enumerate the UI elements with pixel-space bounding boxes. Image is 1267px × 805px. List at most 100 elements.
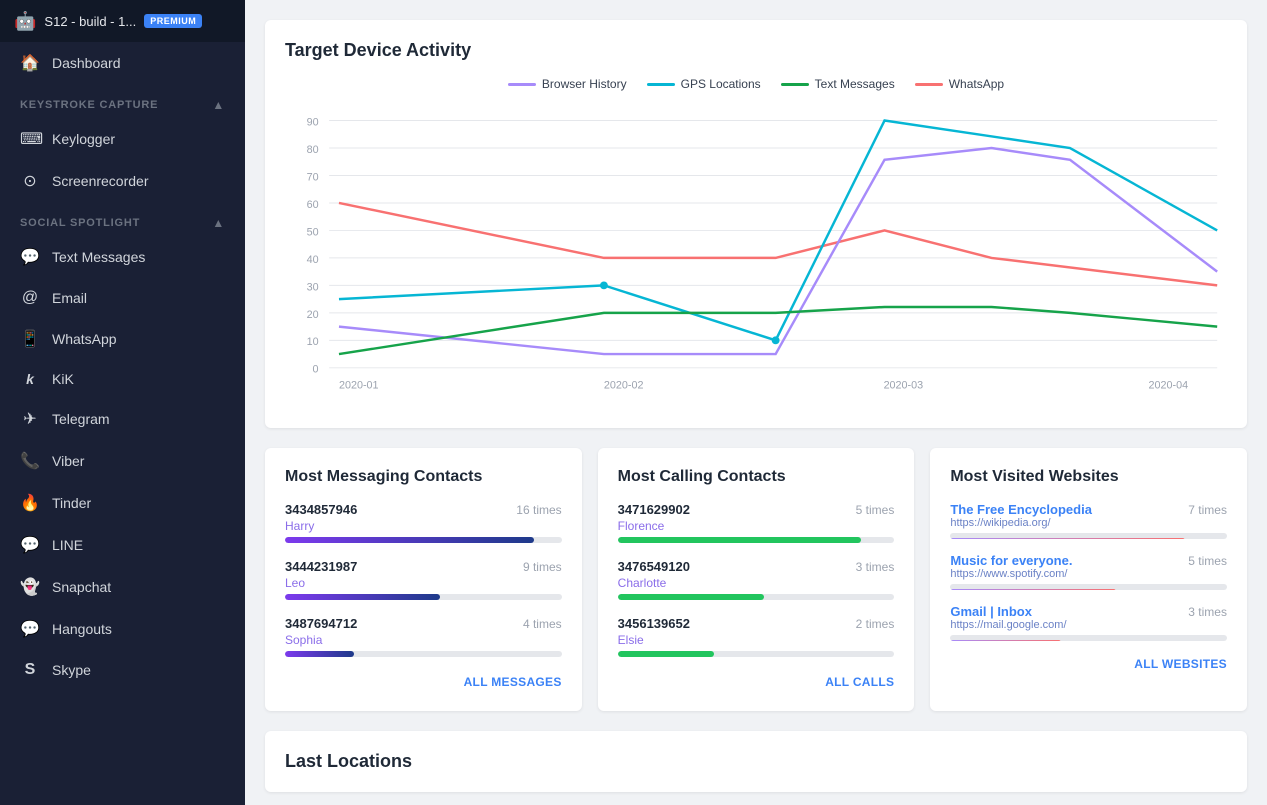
calling-contact-2: 3476549120 3 times Charlotte: [618, 559, 895, 600]
contact-times: 16 times: [516, 503, 561, 517]
contact-number: 3476549120: [618, 559, 690, 574]
sidebar-item-snapchat[interactable]: 👻 Snapchat: [0, 566, 245, 608]
contact-number: 3487694712: [285, 616, 357, 631]
website-bar-bg: [950, 635, 1227, 641]
all-messages-link[interactable]: ALL MESSAGES: [464, 675, 562, 689]
sidebar-item-textmessages[interactable]: 💬 Text Messages: [0, 236, 245, 278]
svg-text:20: 20: [307, 309, 319, 321]
stats-grid: Most Messaging Contacts 3434857946 16 ti…: [265, 448, 1247, 711]
last-locations-title: Last Locations: [285, 751, 1227, 772]
line-icon: 💬: [20, 535, 40, 555]
svg-text:2020-04: 2020-04: [1149, 379, 1189, 391]
calling-contact-3: 3456139652 2 times Elsie: [618, 616, 895, 657]
last-locations-card: Last Locations: [265, 731, 1247, 792]
contact-bar-bg: [285, 651, 562, 657]
sidebar-item-dashboard[interactable]: 🏠 Dashboard: [0, 42, 245, 84]
legend-whatsapp: WhatsApp: [915, 77, 1004, 91]
websites-all-link[interactable]: ALL WEBSITES: [950, 655, 1227, 673]
sidebar-item-label: WhatsApp: [52, 331, 117, 347]
all-websites-link[interactable]: ALL WEBSITES: [1134, 657, 1227, 671]
website-times: 5 times: [1188, 554, 1227, 568]
sidebar-item-skype[interactable]: S Skype: [0, 650, 245, 690]
tinder-icon: 🔥: [20, 493, 40, 513]
contact-number: 3456139652: [618, 616, 690, 631]
legend-gps: GPS Locations: [647, 77, 761, 91]
website-bar-bg: [950, 584, 1227, 590]
chevron-up-icon: ▲: [212, 98, 225, 112]
legend-label-whatsapp: WhatsApp: [949, 77, 1004, 91]
websites-card: Most Visited Websites The Free Encyclope…: [930, 448, 1247, 711]
svg-text:30: 30: [307, 281, 319, 293]
sidebar-item-viber[interactable]: 📞 Viber: [0, 440, 245, 482]
sidebar-item-screenrecorder[interactable]: ⊙ Screenrecorder: [0, 160, 245, 202]
contact-times: 5 times: [856, 503, 895, 517]
main-content: Target Device Activity Browser History G…: [245, 0, 1267, 805]
sidebar-header: 🤖 S12 - build - 1... PREMIUM: [0, 0, 245, 42]
sidebar-item-label: LINE: [52, 537, 83, 553]
sidebar-item-email[interactable]: @ Email: [0, 278, 245, 318]
whatsapp-line: [339, 203, 1217, 285]
contact-times: 9 times: [523, 560, 562, 574]
sidebar-item-label: Telegram: [52, 411, 110, 427]
website-title: Music for everyone.: [950, 553, 1072, 568]
contact-bar: [618, 594, 765, 600]
section-social-header: SOCIAL SPOTLIGHT ▲: [0, 206, 245, 236]
device-name: S12 - build - 1...: [44, 14, 136, 29]
contact-name: Harry: [285, 519, 562, 533]
whatsapp-icon: 📱: [20, 329, 40, 349]
svg-text:40: 40: [307, 254, 319, 266]
legend-label-gps: GPS Locations: [681, 77, 761, 91]
legend-color-sms: [781, 83, 809, 86]
sidebar-item-label: Email: [52, 290, 87, 306]
sidebar-item-label: Screenrecorder: [52, 173, 149, 189]
chevron-up-icon: ▲: [212, 216, 225, 230]
website-url: https://www.spotify.com/: [950, 568, 1227, 580]
sidebar-item-whatsapp[interactable]: 📱 WhatsApp: [0, 318, 245, 360]
chart-title: Target Device Activity: [285, 40, 1227, 61]
viber-icon: 📞: [20, 451, 40, 471]
sidebar-item-line[interactable]: 💬 LINE: [0, 524, 245, 566]
keyboard-icon: ⌨: [20, 129, 40, 149]
svg-text:2020-02: 2020-02: [604, 379, 644, 391]
contact-bar-bg: [618, 594, 895, 600]
calling-all-link[interactable]: ALL CALLS: [618, 673, 895, 691]
all-calls-link[interactable]: ALL CALLS: [825, 675, 894, 689]
contact-bar: [618, 651, 715, 657]
sidebar: 🤖 S12 - build - 1... PREMIUM 🏠 Dashboard…: [0, 0, 245, 805]
svg-text:2020-03: 2020-03: [884, 379, 924, 391]
legend-color-gps: [647, 83, 675, 86]
browser-line: [339, 148, 1217, 354]
svg-text:0: 0: [312, 364, 318, 376]
legend-color-browser: [508, 83, 536, 86]
activity-chart-svg: 90 80 70 60 50 40 30 20 10: [285, 103, 1227, 403]
sidebar-item-tinder[interactable]: 🔥 Tinder: [0, 482, 245, 524]
website-times: 3 times: [1188, 605, 1227, 619]
sidebar-item-keylogger[interactable]: ⌨ Keylogger: [0, 118, 245, 160]
sidebar-item-hangouts[interactable]: 💬 Hangouts: [0, 608, 245, 650]
contact-bar: [285, 594, 440, 600]
messaging-all-link[interactable]: ALL MESSAGES: [285, 673, 562, 691]
websites-card-title: Most Visited Websites: [950, 468, 1227, 486]
android-icon: 🤖: [14, 11, 36, 32]
sidebar-item-label: Skype: [52, 662, 91, 678]
sidebar-item-telegram[interactable]: ✈ Telegram: [0, 398, 245, 440]
sidebar-item-kik[interactable]: k KiK: [0, 360, 245, 398]
home-icon: 🏠: [20, 53, 40, 73]
svg-text:50: 50: [307, 226, 319, 238]
contact-number: 3434857946: [285, 502, 357, 517]
sms-line: [339, 307, 1217, 354]
sidebar-item-label: Viber: [52, 453, 84, 469]
chart-svg-wrap: 90 80 70 60 50 40 30 20 10: [285, 103, 1227, 408]
contact-name: Charlotte: [618, 576, 895, 590]
legend-sms: Text Messages: [781, 77, 895, 91]
telegram-icon: ✈: [20, 409, 40, 429]
contact-bar-bg: [618, 537, 895, 543]
sidebar-item-label: Keylogger: [52, 131, 115, 147]
website-times: 7 times: [1188, 503, 1227, 517]
messaging-card: Most Messaging Contacts 3434857946 16 ti…: [265, 448, 582, 711]
website-bar: [950, 538, 1185, 539]
premium-badge: PREMIUM: [144, 14, 202, 28]
sidebar-item-label: Text Messages: [52, 249, 145, 265]
svg-text:70: 70: [307, 171, 319, 183]
contact-bar-bg: [285, 537, 562, 543]
